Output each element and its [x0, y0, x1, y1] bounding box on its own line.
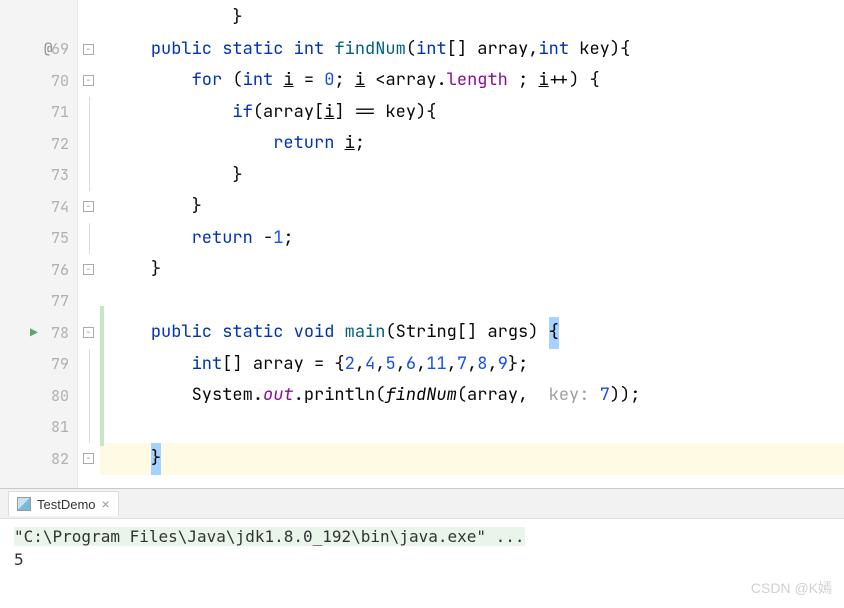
- code-line[interactable]: System.out.println(findNum(array, key: 7…: [100, 380, 844, 412]
- code-line[interactable]: if(array[i] == key){: [100, 97, 844, 129]
- line-number: 80: [47, 386, 69, 406]
- fold-icon[interactable]: −: [83, 264, 94, 275]
- line-number: 70: [47, 71, 69, 91]
- fold-icon[interactable]: −: [83, 327, 94, 338]
- code-line[interactable]: public static void main(String[] args) {: [100, 317, 844, 349]
- console-tab-bar: TestDemo ×: [0, 489, 844, 519]
- code-line[interactable]: }: [100, 160, 844, 192]
- line-number: 71: [47, 102, 69, 122]
- console-panel: TestDemo × "C:\Program Files\Java\jdk1.8…: [0, 488, 844, 608]
- line-number: 75: [47, 228, 69, 248]
- run-icon[interactable]: ▶: [30, 324, 38, 341]
- close-icon[interactable]: ×: [102, 496, 110, 512]
- code-line[interactable]: }: [100, 2, 844, 34]
- code-line[interactable]: }: [100, 254, 844, 286]
- console-tab[interactable]: TestDemo ×: [8, 491, 119, 516]
- fold-gutter: − − − − − −: [78, 0, 100, 488]
- console-result: 5: [14, 550, 830, 569]
- code-line-current[interactable]: }: [100, 443, 844, 475]
- console-command: "C:\Program Files\Java\jdk1.8.0_192\bin\…: [14, 527, 525, 546]
- code-line[interactable]: public static int findNum(int[] array,in…: [100, 34, 844, 66]
- line-number: 81: [47, 417, 69, 437]
- line-number: 72: [47, 134, 69, 154]
- fold-icon[interactable]: −: [83, 75, 94, 86]
- line-number: 77: [47, 291, 69, 311]
- line-gutter: 69@ 70 71 72 73 74 75 76 77 ▶78 79 80 81…: [0, 0, 78, 488]
- code-line[interactable]: return i;: [100, 128, 844, 160]
- run-config-icon: [17, 497, 31, 511]
- line-number: 73: [47, 165, 69, 185]
- line-number: 76: [47, 260, 69, 280]
- code-line[interactable]: [100, 286, 844, 318]
- watermark: CSDN @K嫣: [751, 578, 832, 598]
- code-line[interactable]: for (int i = 0; i <array.length ; i++) {: [100, 65, 844, 97]
- line-number: 82: [47, 449, 69, 469]
- tab-label: TestDemo: [37, 497, 96, 512]
- override-icon[interactable]: @: [44, 40, 52, 58]
- line-number: 78: [47, 323, 69, 343]
- code-content[interactable]: } public static int findNum(int[] array,…: [100, 0, 844, 488]
- fold-icon[interactable]: −: [83, 453, 94, 464]
- vcs-change-marker: [100, 306, 104, 446]
- fold-icon[interactable]: −: [83, 201, 94, 212]
- code-line[interactable]: }: [100, 191, 844, 223]
- console-output[interactable]: "C:\Program Files\Java\jdk1.8.0_192\bin\…: [0, 519, 844, 608]
- code-line[interactable]: [100, 412, 844, 444]
- code-line[interactable]: int[] array = {2,4,5,6,11,7,8,9};: [100, 349, 844, 381]
- code-editor[interactable]: 69@ 70 71 72 73 74 75 76 77 ▶78 79 80 81…: [0, 0, 844, 488]
- line-number: 74: [47, 197, 69, 217]
- code-line[interactable]: return -1;: [100, 223, 844, 255]
- fold-icon[interactable]: −: [83, 44, 94, 55]
- line-number: 79: [47, 354, 69, 374]
